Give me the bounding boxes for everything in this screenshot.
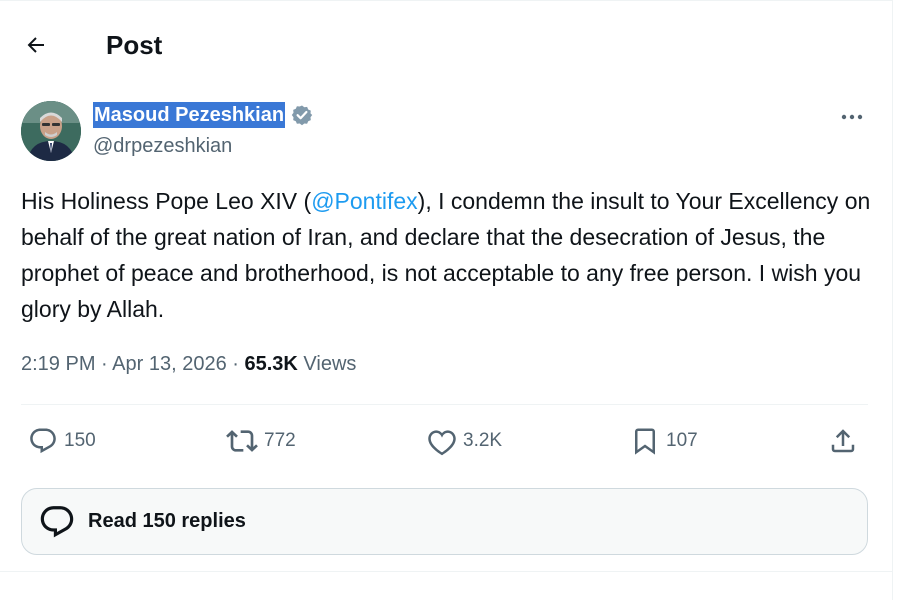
repost-count: 772 (264, 430, 296, 451)
divider (21, 404, 868, 405)
post-time[interactable]: 2:19 PM (21, 353, 95, 375)
arrow-left-icon (27, 37, 44, 53)
reply-icon (40, 505, 74, 537)
share-button[interactable] (828, 420, 858, 462)
page-title: Post (106, 30, 163, 60)
divider (0, 571, 893, 572)
reply-icon (30, 428, 56, 454)
post-text: His Holiness Pope Leo XIV (@Pontifex), I… (21, 183, 871, 327)
post-text-part: His Holiness Pope Leo XIV ( (21, 188, 312, 214)
meta-separator: · (95, 353, 113, 375)
avatar[interactable] (21, 101, 81, 161)
post-date[interactable]: Apr 13, 2026 (112, 353, 227, 375)
mention-link[interactable]: @Pontifex (311, 188, 417, 214)
header-bar: Post (0, 1, 893, 89)
like-count: 3.2K (463, 430, 503, 451)
more-options-button[interactable] (836, 105, 868, 129)
like-button[interactable]: 3.2K (427, 420, 502, 462)
author-name-text[interactable]: Masoud Pezeshkian (93, 102, 286, 128)
back-button[interactable] (18, 27, 54, 63)
post-meta: 2:19 PM · Apr 13, 2026 · 65.3K Views (21, 350, 356, 378)
reply-button[interactable]: 150 (28, 420, 96, 462)
read-replies-label: Read 150 replies (88, 510, 246, 532)
views-label: Views (297, 353, 357, 375)
share-icon (831, 429, 855, 453)
heart-icon (428, 430, 456, 456)
repost-icon (226, 430, 258, 452)
verified-badge-icon[interactable] (291, 104, 313, 126)
bookmark-icon (635, 428, 655, 455)
action-bar: 150 772 3.2K 107 (0, 420, 893, 462)
meta-separator: · (226, 353, 245, 375)
avatar-photo (21, 101, 81, 161)
post-detail-panel: Post Masoud Pezeshkian @drpezeshkian His… (0, 0, 893, 600)
read-replies-button[interactable]: Read 150 replies (21, 488, 868, 555)
author-handle[interactable]: @drpezeshkian (93, 134, 232, 158)
bookmark-count: 107 (666, 430, 698, 451)
repost-button[interactable]: 772 (226, 420, 296, 462)
author-name[interactable]: Masoud Pezeshkian (93, 102, 313, 128)
bookmark-button[interactable]: 107 (630, 420, 698, 462)
reply-count: 150 (64, 430, 96, 451)
views-count: 65.3K (244, 353, 298, 375)
more-horizontal-icon (841, 114, 863, 120)
